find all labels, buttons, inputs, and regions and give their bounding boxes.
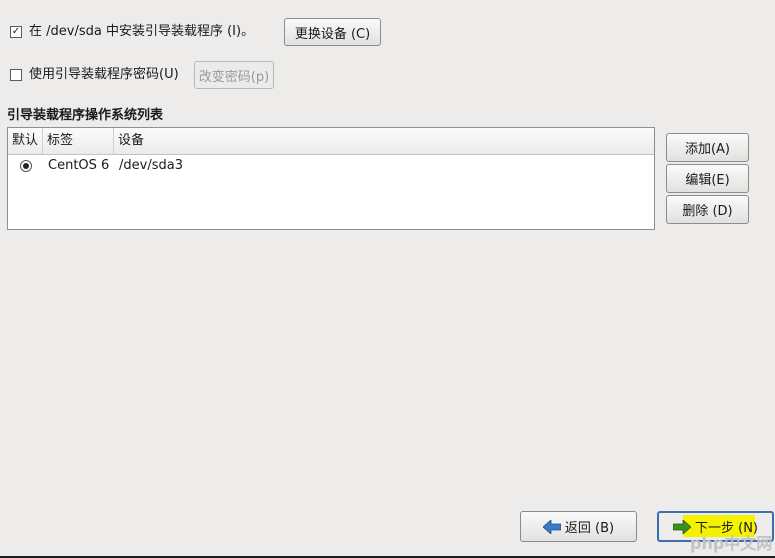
checkmark-icon: ✓	[11, 26, 21, 37]
column-header-default[interactable]: 默认	[8, 128, 43, 154]
use-password-label: 使用引导装载程序密码(U)	[29, 67, 179, 82]
watermark-logo: php中文网	[690, 534, 773, 553]
change-password-button: 改变密码(p)	[194, 61, 274, 89]
install-bootloader-checkbox[interactable]: ✓	[10, 26, 22, 38]
use-password-checkbox[interactable]	[10, 69, 22, 81]
default-os-radio[interactable]	[20, 160, 32, 172]
next-arrow-icon	[672, 519, 691, 534]
os-device-cell: /dev/sda3	[119, 158, 183, 173]
table-row[interactable]: CentOS 6 /dev/sda3	[8, 155, 654, 177]
radio-selected-dot	[23, 163, 29, 169]
os-list-table: 默认 标签 设备 CentOS 6 /dev/sda3	[7, 127, 655, 230]
add-button[interactable]: 添加(A)	[666, 133, 749, 162]
back-button[interactable]: 返回 (B)	[520, 511, 637, 542]
install-bootloader-label: 在 /dev/sda 中安装引导装载程序 (I)。	[29, 24, 255, 39]
edit-button[interactable]: 编辑(E)	[666, 164, 749, 193]
column-header-device[interactable]: 设备	[114, 128, 654, 154]
os-label-cell: CentOS 6	[48, 158, 110, 173]
os-list-title: 引导装载程序操作系统列表	[7, 108, 164, 123]
change-device-button[interactable]: 更换设备 (C)	[284, 18, 381, 46]
column-header-label[interactable]: 标签	[43, 128, 114, 154]
back-button-label: 返回 (B)	[564, 521, 615, 536]
table-header: 默认 标签 设备	[8, 128, 654, 155]
back-arrow-icon	[542, 519, 561, 534]
delete-button[interactable]: 删除 (D)	[666, 195, 749, 224]
